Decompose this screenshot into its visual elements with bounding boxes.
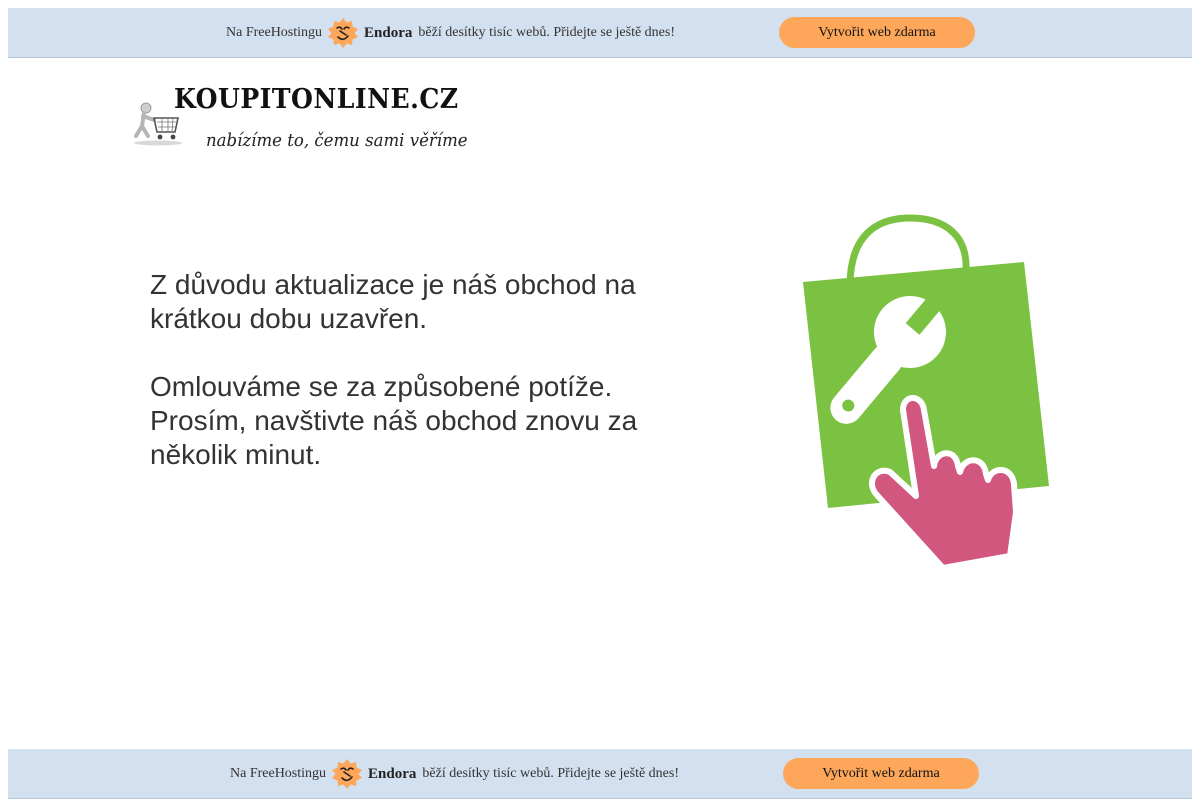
promo-text-after: běží desítky tisíc webů. Přidejte se ješ… [422, 766, 680, 781]
shopping-bag-wrench-pointer-icon [798, 214, 1058, 579]
promo-text-before: Na FreeHostingu [230, 766, 327, 781]
maintenance-line-1: Z důvodu aktualizace je náš obchod na kr… [150, 269, 636, 334]
endora-badge-icon[interactable] [328, 18, 359, 48]
promo-brand[interactable]: Endora [368, 766, 416, 783]
promo-bar-top: Na FreeHostingu Endora běží desítky tisí… [8, 8, 1192, 58]
site-logo[interactable]: KOUPITONLINE.CZ nabízíme to, čemu sami v… [132, 82, 468, 162]
promo-brand[interactable]: Endora [364, 25, 412, 42]
promo-text-after: běží desítky tisíc webů. Přidejte se ješ… [418, 25, 676, 40]
logo-title: KOUPITONLINE.CZ [174, 84, 459, 115]
create-web-button[interactable]: Vytvořit web zdarma [783, 758, 979, 789]
create-web-button[interactable]: Vytvořit web zdarma [779, 17, 975, 48]
logo-tagline: nabízíme to, čemu sami věříme [206, 130, 468, 151]
promo-message: Na FreeHostingu Endora běží desítky tisí… [230, 749, 679, 799]
promo-text-before: Na FreeHostingu [226, 25, 323, 40]
endora-badge-icon[interactable] [332, 759, 363, 789]
promo-bar-bottom: Na FreeHostingu Endora běží desítky tisí… [8, 749, 1192, 799]
promo-message: Na FreeHostingu Endora běží desítky tisí… [226, 8, 675, 58]
maintenance-message: Z důvodu aktualizace je náš obchod na kr… [150, 268, 710, 506]
maintenance-line-2: Omlouváme se za způsobené potíže. Prosím… [150, 371, 638, 470]
